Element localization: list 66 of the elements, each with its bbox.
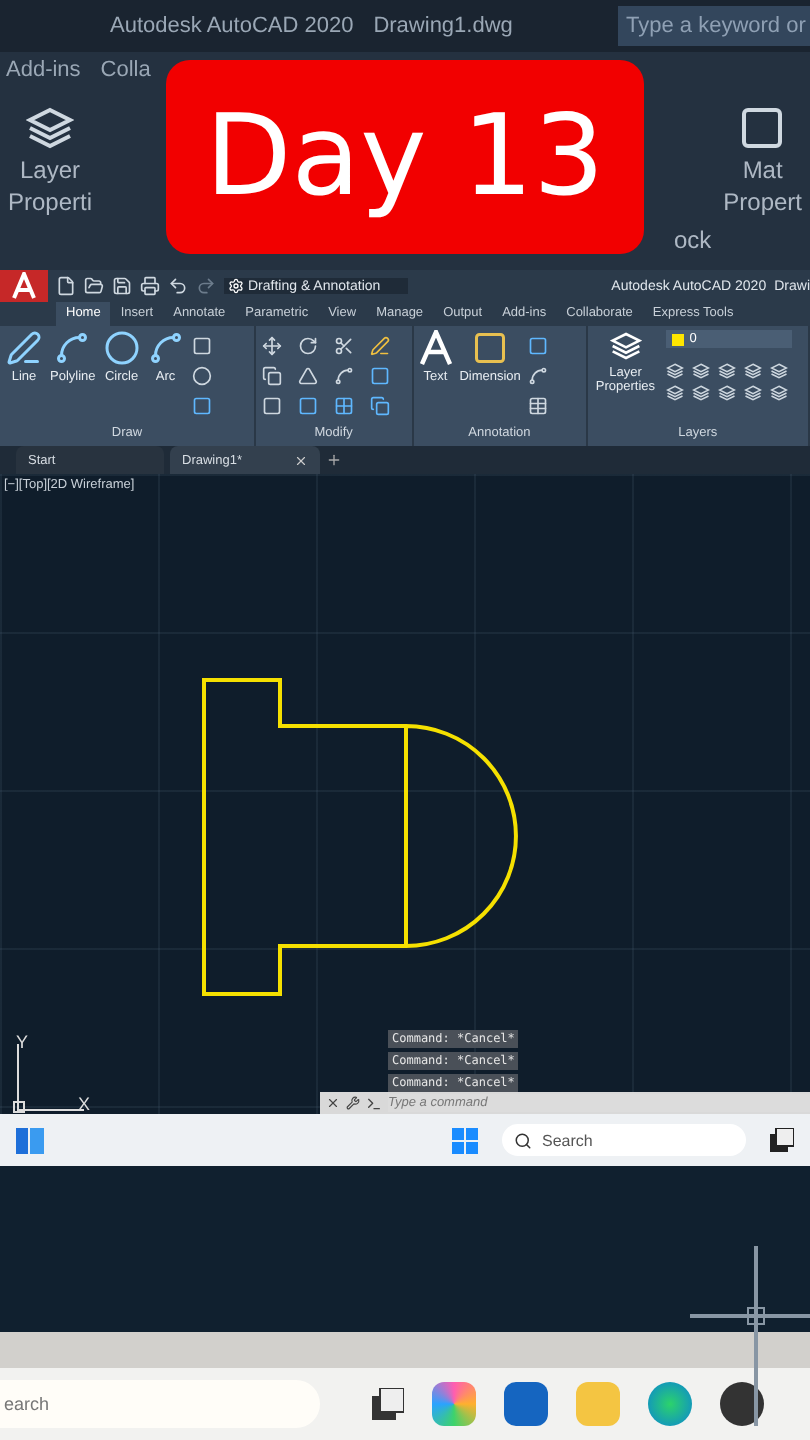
layers-icon[interactable] xyxy=(609,330,642,362)
search-field[interactable]: earch xyxy=(0,1380,320,1428)
save-icon[interactable] xyxy=(112,276,132,296)
store-icon[interactable] xyxy=(504,1382,548,1426)
menu-item[interactable]: Add-ins xyxy=(6,58,81,82)
copilot-icon[interactable] xyxy=(432,1382,476,1426)
widgets-icon[interactable] xyxy=(16,1127,44,1153)
move-icon[interactable] xyxy=(262,336,283,356)
ellipse-icon[interactable] xyxy=(191,366,212,386)
prompt-icon[interactable] xyxy=(366,1095,382,1111)
tool-label: Layer xyxy=(20,156,81,184)
tool-label: Mat xyxy=(742,156,783,184)
search-field[interactable]: Search xyxy=(502,1124,746,1156)
day-badge: Day 13 xyxy=(166,60,644,254)
menu-item[interactable]: Colla xyxy=(100,58,151,82)
settings-icon xyxy=(228,278,244,294)
redo-icon[interactable] xyxy=(196,276,216,296)
layer-tool-icon[interactable] xyxy=(743,362,762,380)
mirror-icon[interactable] xyxy=(298,366,319,386)
layer-tool-icon[interactable] xyxy=(743,384,762,402)
windows-icon[interactable] xyxy=(452,1127,478,1153)
layers-icon[interactable] xyxy=(26,104,75,152)
app-icon[interactable] xyxy=(720,1382,764,1426)
axis-label: Y xyxy=(16,1032,29,1052)
axis-label: X xyxy=(78,1094,91,1114)
layer-tool-icon[interactable] xyxy=(769,362,788,380)
layer-tool-icon[interactable] xyxy=(665,384,684,402)
app-title: Autodesk AutoCAD 2020 xyxy=(110,14,354,38)
panel-title: ock xyxy=(673,226,712,254)
task-view-icon[interactable] xyxy=(372,1388,404,1420)
circle-icon[interactable] xyxy=(103,330,140,366)
leader-icon[interactable] xyxy=(528,366,549,386)
undo-icon[interactable] xyxy=(168,276,188,296)
layer-tool-icon[interactable] xyxy=(691,384,710,402)
text-icon xyxy=(419,330,452,366)
rectangle-icon[interactable] xyxy=(191,336,212,356)
table-icon[interactable] xyxy=(528,396,549,416)
browser-icon[interactable] xyxy=(648,1382,692,1426)
layer-tool-icon[interactable] xyxy=(717,362,736,380)
polyline-icon[interactable] xyxy=(54,330,91,366)
new-file-icon[interactable] xyxy=(56,276,76,296)
layer-tool-icon[interactable] xyxy=(691,362,710,380)
crosshair-icon xyxy=(690,1246,810,1426)
layer-tool-icon[interactable] xyxy=(665,362,684,380)
app-logo[interactable] xyxy=(0,270,48,302)
layer-tool-icon[interactable] xyxy=(769,384,788,402)
offset-icon[interactable] xyxy=(370,396,391,416)
trim-icon[interactable] xyxy=(334,336,355,356)
pencil-icon[interactable] xyxy=(370,336,391,356)
tool-label: Properti xyxy=(8,188,93,216)
task-view-icon[interactable] xyxy=(770,1128,794,1152)
folder-icon[interactable] xyxy=(84,276,104,296)
close-icon[interactable] xyxy=(326,1096,340,1110)
search-icon xyxy=(514,1131,532,1149)
arc-icon[interactable] xyxy=(147,330,184,366)
search-field[interactable]: Type a keyword or xyxy=(618,6,810,46)
copy-icon[interactable] xyxy=(262,366,283,386)
tool-label: Propert xyxy=(723,188,802,216)
fillet-icon[interactable] xyxy=(334,366,355,386)
add-tab-icon[interactable] xyxy=(326,452,342,468)
array-icon[interactable] xyxy=(334,396,355,416)
wrench-icon[interactable] xyxy=(346,1096,360,1110)
rotate-icon[interactable] xyxy=(298,336,319,356)
printer-icon[interactable] xyxy=(140,276,160,296)
file-name: Drawing1.dwg xyxy=(373,14,513,38)
layer-tool-icon[interactable] xyxy=(717,384,736,402)
